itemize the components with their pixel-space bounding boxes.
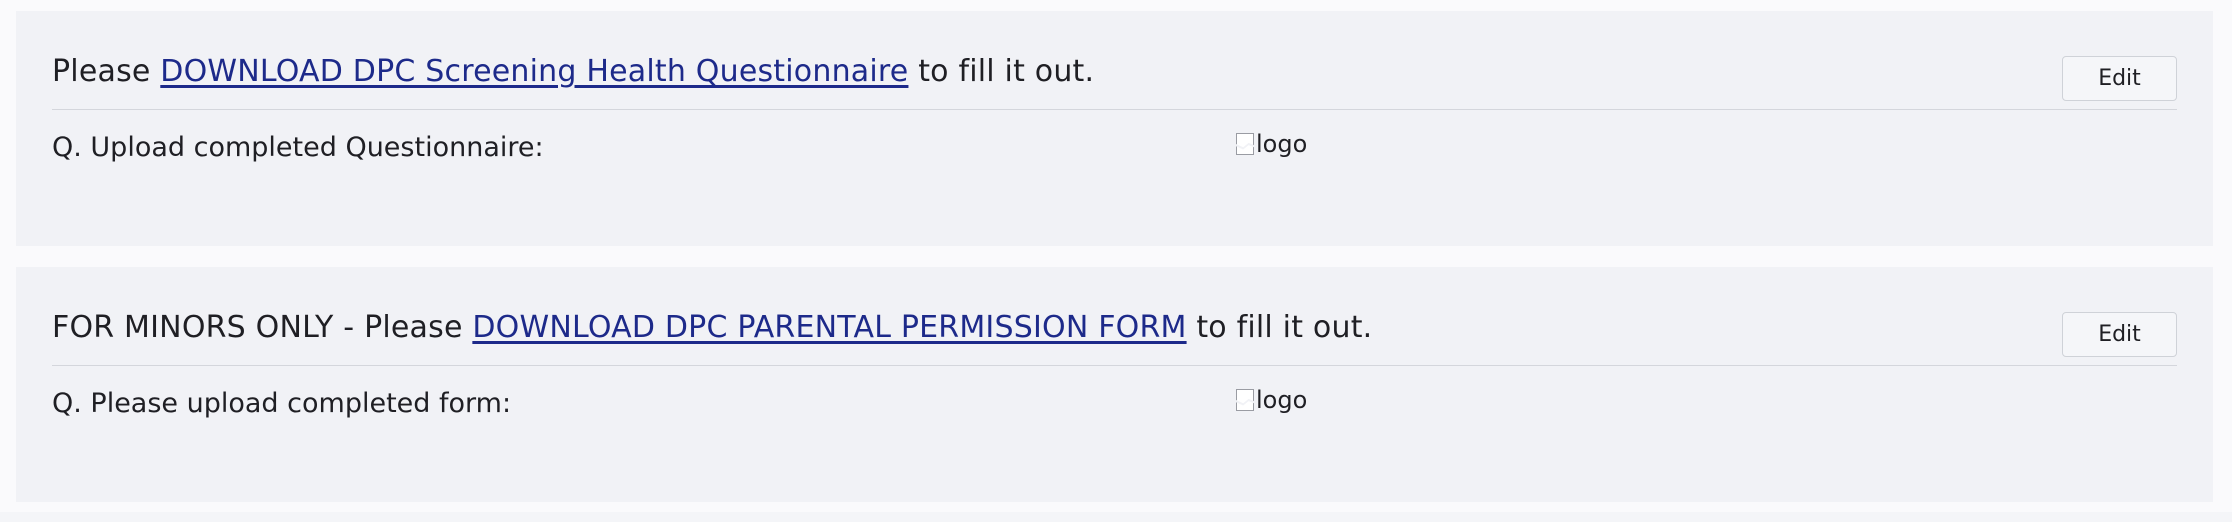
page-bottom-edge	[0, 512, 2232, 522]
card-title: FOR MINORS ONLY - Please DOWNLOAD DPC PA…	[52, 309, 2177, 347]
image-alt-text: logo	[1256, 386, 1308, 414]
title-prefix: Please	[52, 54, 161, 89]
download-permission-form-link[interactable]: DOWNLOAD DPC PARENTAL PERMISSION FORM	[472, 310, 1186, 345]
uploaded-file-image: logo	[1236, 130, 1307, 158]
title-suffix: to fill it out.	[1186, 310, 1373, 345]
title-prefix: FOR MINORS ONLY - Please	[52, 310, 473, 345]
edit-button[interactable]: Edit	[2062, 312, 2177, 357]
question-row: Q. Please upload completed form: logo	[52, 366, 2177, 456]
page: Please DOWNLOAD DPC Screening Health Que…	[0, 0, 2232, 522]
question-label: Q. Please upload completed form:	[52, 388, 512, 419]
card-header: Please DOWNLOAD DPC Screening Health Que…	[52, 11, 2177, 110]
uploaded-file-image: logo	[1236, 386, 1307, 414]
question-label: Q. Upload completed Questionnaire:	[52, 132, 544, 163]
edit-button[interactable]: Edit	[2062, 56, 2177, 101]
broken-image-icon	[1236, 389, 1254, 411]
download-questionnaire-link[interactable]: DOWNLOAD DPC Screening Health Questionna…	[160, 54, 908, 89]
parental-permission-card: FOR MINORS ONLY - Please DOWNLOAD DPC PA…	[16, 267, 2213, 502]
question-row: Q. Upload completed Questionnaire: logo	[52, 110, 2177, 200]
title-suffix: to fill it out.	[908, 54, 1095, 89]
image-alt-text: logo	[1256, 130, 1308, 158]
health-questionnaire-card: Please DOWNLOAD DPC Screening Health Que…	[16, 11, 2213, 246]
card-title: Please DOWNLOAD DPC Screening Health Que…	[52, 53, 2177, 91]
card-header: FOR MINORS ONLY - Please DOWNLOAD DPC PA…	[52, 267, 2177, 366]
broken-image-icon	[1236, 133, 1254, 155]
